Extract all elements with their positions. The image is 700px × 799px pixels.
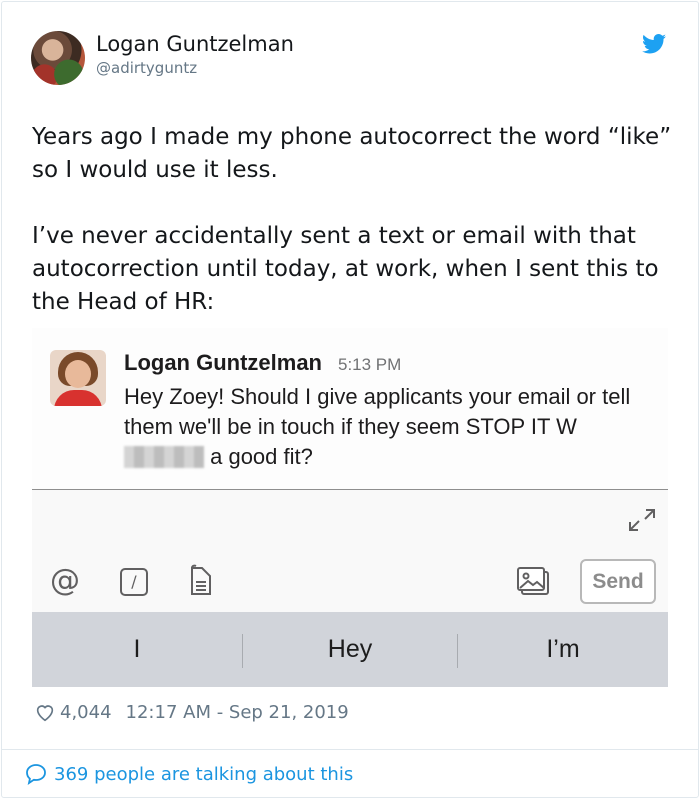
sender-avatar xyxy=(50,350,106,406)
tweet-timestamp[interactable]: 12:17 AM - Sep 21, 2019 xyxy=(126,702,349,723)
like-count[interactable]: 4,044 xyxy=(60,702,112,723)
footer-divider xyxy=(1,749,699,750)
redacted-word xyxy=(124,446,204,468)
keyboard-suggestion-bar: I Hey I’m xyxy=(32,612,668,687)
reply-bubble-icon xyxy=(26,764,46,785)
tweet-text: Years ago I made my phone autocorrect th… xyxy=(32,124,672,315)
file-icon[interactable] xyxy=(188,564,216,598)
expand-icon[interactable] xyxy=(626,506,658,534)
talking-count-text[interactable]: 369 people are talking about this xyxy=(54,764,353,785)
author-handle[interactable]: @adirtyguntz xyxy=(96,59,197,77)
author-name[interactable]: Logan Guntzelman xyxy=(96,32,294,56)
slash-command-icon[interactable]: / xyxy=(120,568,148,596)
photo-icon[interactable] xyxy=(516,564,552,598)
conversation-link[interactable]: 369 people are talking about this xyxy=(24,760,353,788)
heart-icon[interactable] xyxy=(34,701,56,723)
suggestion-1[interactable]: I xyxy=(32,612,242,687)
twitter-bird-icon[interactable] xyxy=(642,34,666,54)
sender-name: Logan Guntzelman xyxy=(124,350,322,375)
send-button[interactable]: Send xyxy=(580,559,656,604)
suggestion-3[interactable]: I’m xyxy=(458,612,668,687)
message-text: Hey Zoey! Should I give applicants your … xyxy=(124,382,654,472)
suggestion-2[interactable]: Hey xyxy=(243,612,457,687)
tweet-meta: 4,044 12:17 AM - Sep 21, 2019 xyxy=(34,700,349,724)
message-text-part1: Hey Zoey! Should I give applicants your … xyxy=(124,384,631,439)
author-avatar[interactable] xyxy=(31,31,85,85)
composer-divider xyxy=(32,489,668,490)
embedded-screenshot: Logan Guntzelman 5:13 PM Hey Zoey! Shoul… xyxy=(32,328,668,687)
at-icon[interactable]: @ xyxy=(50,564,82,598)
message-time: 5:13 PM xyxy=(338,355,402,374)
message-text-part2: a good fit? xyxy=(204,444,313,469)
